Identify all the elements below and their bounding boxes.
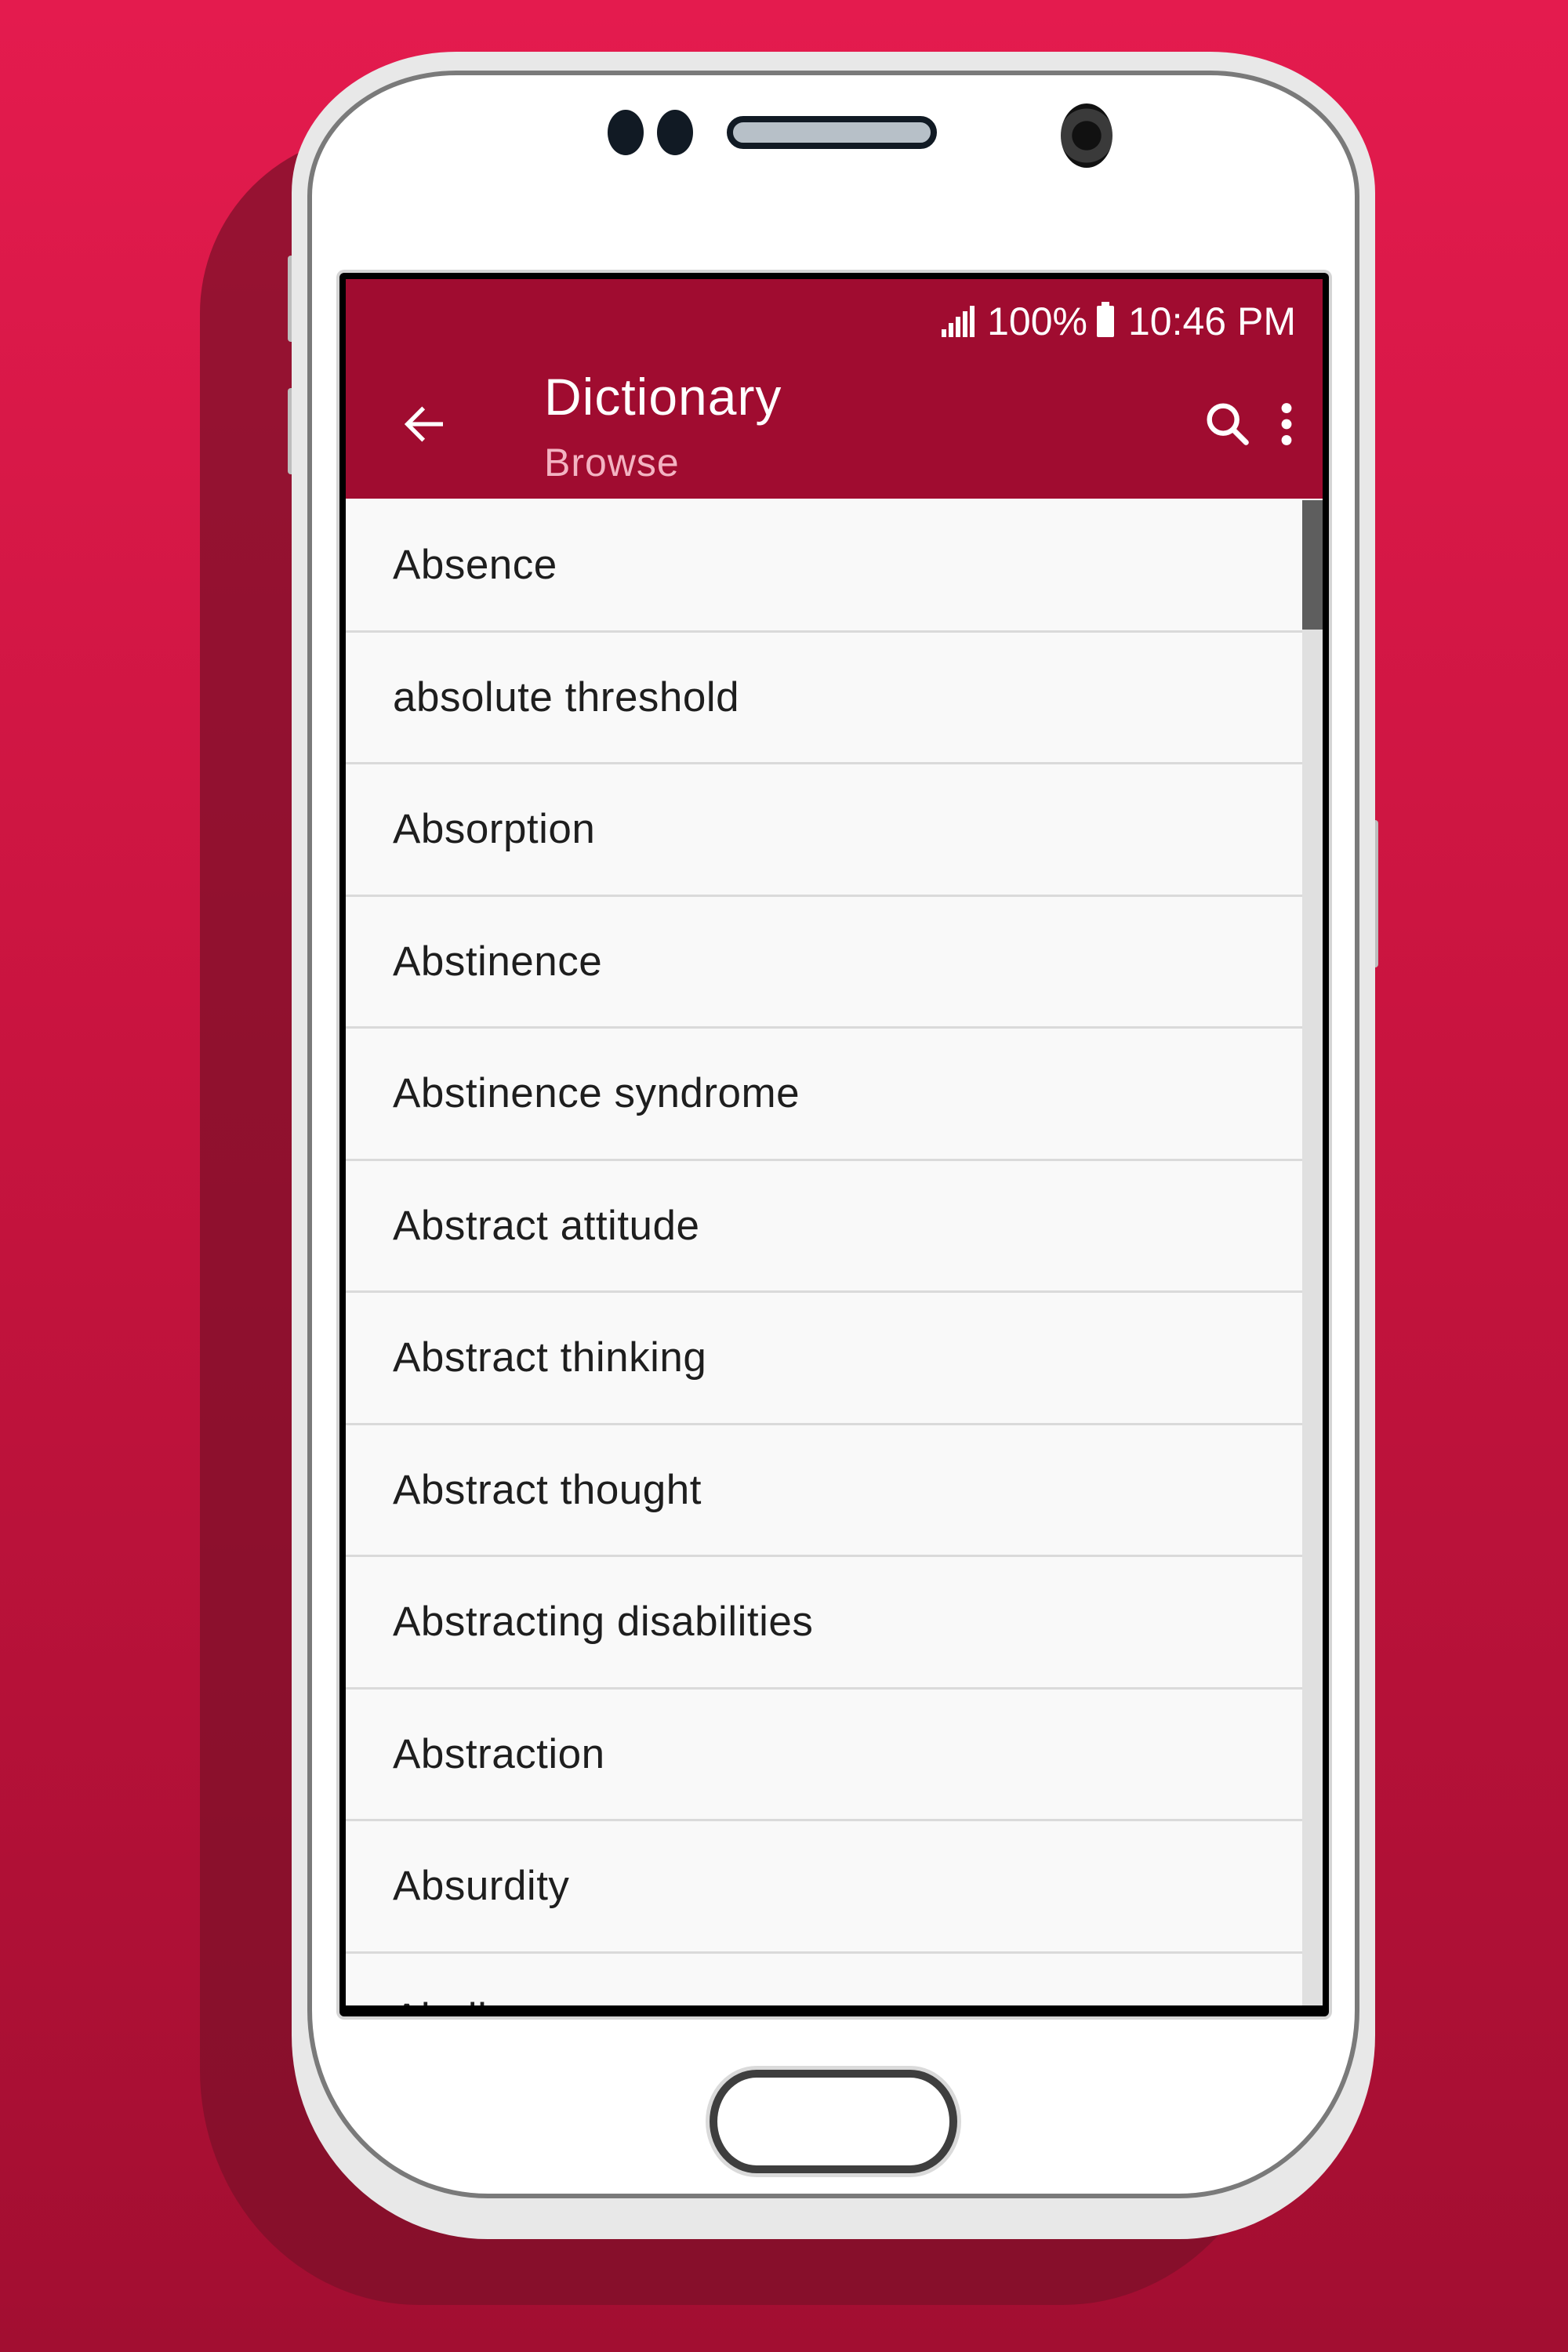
earpiece-speaker: [727, 116, 937, 149]
sensor-icon: [657, 110, 693, 155]
page-title: Dictionary: [544, 368, 782, 426]
home-button[interactable]: [710, 2070, 957, 2173]
arrow-left-icon: [404, 406, 443, 442]
battery-percent: 100%: [987, 299, 1087, 343]
app-screen: 100% 10:46 PM Dictionary Browse Absence …: [346, 279, 1323, 2005]
word-list: Absence absolute threshold Absorption Ab…: [346, 500, 1323, 2005]
list-item[interactable]: Abstracting disabilities: [346, 1557, 1323, 1690]
front-camera-icon: [1061, 103, 1112, 168]
back-button[interactable]: [393, 393, 456, 456]
status-bar: 100% 10:46 PM: [942, 296, 1296, 347]
list-item[interactable]: absolute threshold: [346, 632, 1323, 764]
signal-icon: [942, 306, 975, 337]
list-item[interactable]: Abstinence: [346, 896, 1323, 1029]
list-item[interactable]: Abstinence syndrome: [346, 1029, 1323, 1161]
clock: 10:46 PM: [1127, 299, 1296, 343]
search-icon: [1207, 403, 1249, 445]
list-item[interactable]: Abstract attitude: [346, 1160, 1323, 1293]
phone-screen: 100% 10:46 PM Dictionary Browse Absence …: [339, 273, 1329, 2016]
page-subtitle: Browse: [544, 441, 680, 485]
list-item[interactable]: Abulia: [346, 1953, 1323, 2005]
list-item[interactable]: Abstract thought: [346, 1425, 1323, 1557]
sensor-icon: [608, 110, 644, 155]
list-item[interactable]: Abstraction: [346, 1689, 1323, 1821]
scrollbar-track[interactable]: [1302, 500, 1323, 2005]
list-item[interactable]: Absurdity: [346, 1821, 1323, 1954]
list-item[interactable]: Abstract thinking: [346, 1293, 1323, 1425]
overflow-menu-button[interactable]: [1251, 389, 1322, 459]
scrollbar-thumb[interactable]: [1302, 500, 1323, 630]
list-item[interactable]: Absorption: [346, 764, 1323, 897]
battery-icon: [1096, 302, 1114, 337]
list-item[interactable]: Absence: [346, 500, 1323, 633]
more-vert-icon: [1281, 403, 1292, 445]
app-bar: 100% 10:46 PM Dictionary Browse: [346, 279, 1323, 499]
